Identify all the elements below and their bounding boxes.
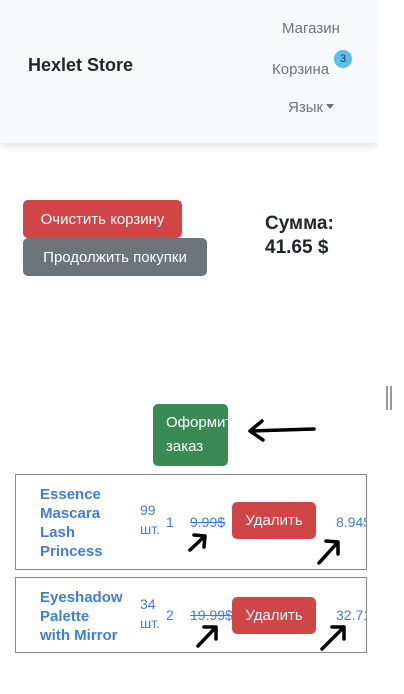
page: Hexlet Store Магазин Корзина 3 Язык Очис… <box>0 0 378 694</box>
annotation-arrows <box>188 419 346 651</box>
arrow-annotation-icon <box>188 533 207 552</box>
scrollbar-handle[interactable] <box>386 386 392 410</box>
arrow-annotation-icon <box>317 539 340 565</box>
arrow-annotation-icon <box>248 419 316 442</box>
arrow-annotation-icon <box>320 625 346 651</box>
arrow-annotation-icon <box>196 625 218 648</box>
